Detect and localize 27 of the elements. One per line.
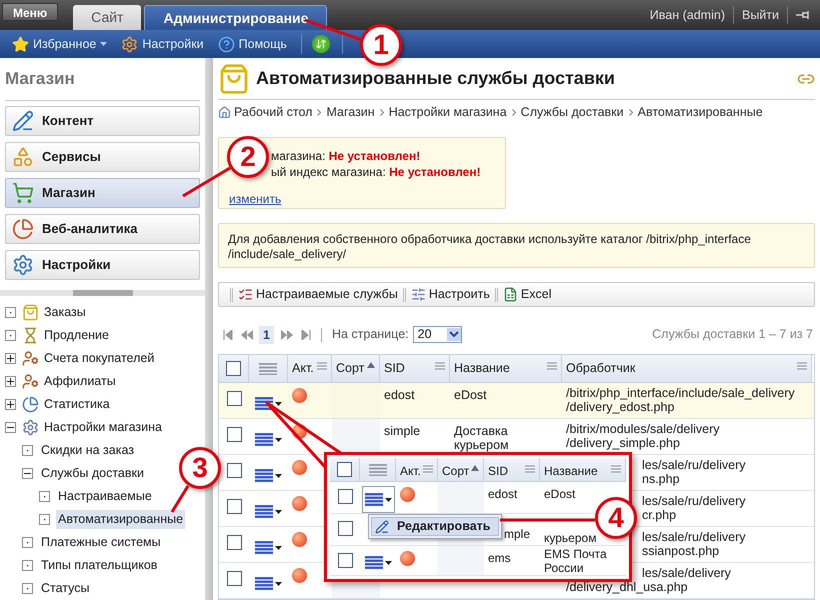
table-cell: les/sale/ru/delivery bbox=[642, 458, 746, 472]
table-cell: edost bbox=[384, 388, 415, 402]
table-cell: ssianpost.php bbox=[642, 544, 720, 558]
callout-number: 3 bbox=[179, 447, 221, 489]
sidebar-title: Магазин bbox=[5, 68, 75, 90]
table-cell: les/sale/delivery bbox=[642, 566, 731, 580]
table-cell: /delivery_simple.php bbox=[566, 436, 680, 450]
page-title: Автоматизированные службы доставки bbox=[256, 67, 615, 90]
table-cell: /delivery_dhl_usa.php bbox=[566, 580, 688, 594]
table-cell: eDost bbox=[454, 388, 487, 402]
table-cell: Доставка курьером bbox=[454, 424, 509, 452]
note-text: Для добавления собственного обработчика доставки используйте каталог /bitrix/php_interface /include/sale_delivery/ bbox=[228, 232, 752, 262]
table-cell: les/sale/ru/delivery bbox=[642, 494, 746, 508]
table-cell: /bitrix/modules/sale/delivery bbox=[566, 422, 720, 436]
table-cell: simple bbox=[384, 424, 420, 438]
info-text: ый индекс магазина: Не установлен! bbox=[271, 164, 482, 180]
table-cell: ems bbox=[488, 551, 511, 565]
table-cell: курьером bbox=[544, 531, 596, 545]
info-text: магазина: Не установлен! bbox=[271, 148, 422, 164]
results-summary: Службы доставки 1 – 7 из 7 bbox=[652, 326, 813, 344]
table-cell: /delivery_edost.php bbox=[566, 400, 674, 414]
table-cell: les/sale/ru/delivery bbox=[642, 530, 746, 544]
table-cell: ns.php bbox=[642, 472, 680, 486]
table-cell: /bitrix/php_interface/include/sale_delivery bbox=[566, 386, 795, 400]
per-page-label: На странице: bbox=[332, 326, 409, 344]
table-cell: mple bbox=[504, 527, 530, 541]
table-cell: cr.php bbox=[642, 508, 676, 522]
